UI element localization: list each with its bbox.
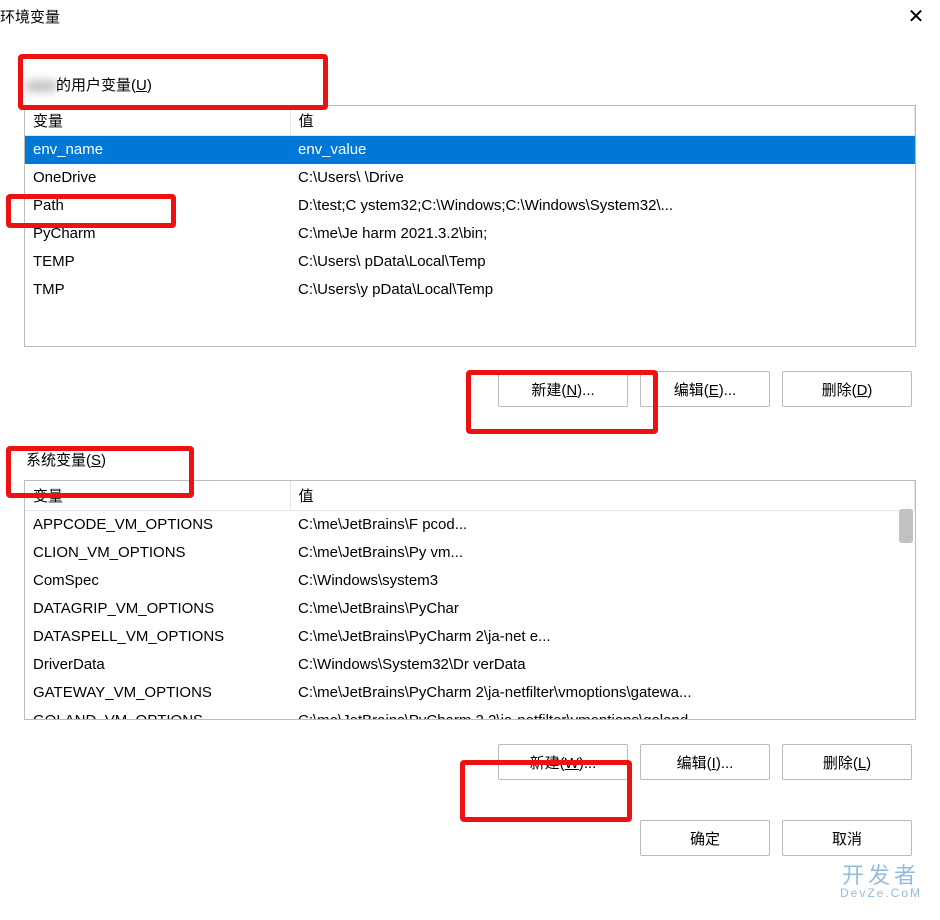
- system-vars-label: 系统变量(S): [24, 443, 916, 480]
- user-vars-label: xxxx的用户变量(U): [24, 68, 916, 105]
- sys-delete-button[interactable]: 删除(L): [782, 744, 912, 780]
- user-edit-button[interactable]: 编辑(E)...: [640, 371, 770, 407]
- cell-var: GOLAND_VM_OPTIONS: [25, 707, 290, 721]
- close-icon[interactable]: ✕: [900, 4, 932, 29]
- cell-var: ComSpec: [25, 567, 290, 595]
- col-header-val[interactable]: 值: [290, 106, 915, 136]
- cancel-button[interactable]: 取消: [782, 820, 912, 856]
- cell-val: C:\me\JetBrains\PyChar: [290, 595, 915, 623]
- sys-new-button[interactable]: 新建(W)...: [498, 744, 628, 780]
- cell-var: TMP: [25, 276, 290, 304]
- cell-val: C:\Users\ pData\Local\Temp: [290, 248, 915, 276]
- cell-var: APPCODE_VM_OPTIONS: [25, 511, 290, 539]
- col-header-val[interactable]: 值: [290, 481, 915, 511]
- cell-val: C:\Windows\system3: [290, 567, 915, 595]
- cell-val: env_value: [290, 136, 915, 164]
- scrollbar-thumb[interactable]: [899, 509, 913, 543]
- cell-val: C:\me\JetBrains\PyCharm 2\ja-netfilter\v…: [290, 679, 915, 707]
- cell-var: Path: [25, 192, 290, 220]
- redacted-username: xxxx: [26, 77, 56, 94]
- cell-var: DATASPELL_VM_OPTIONS: [25, 623, 290, 651]
- cell-val: C:\me\Je harm 2021.3.2\bin;: [290, 220, 915, 248]
- user-vars-table[interactable]: 变量 值 env_nameenv_valueOneDriveC:\Users\ …: [24, 105, 916, 347]
- cell-val: C:\Users\ \Drive: [290, 164, 915, 192]
- ok-button[interactable]: 确定: [640, 820, 770, 856]
- system-vars-table[interactable]: 变量 值 APPCODE_VM_OPTIONSC:\me\JetBrains\F…: [24, 480, 916, 720]
- cell-var: TEMP: [25, 248, 290, 276]
- window-title: 环境变量: [0, 6, 60, 27]
- table-row[interactable]: OneDriveC:\Users\ \Drive: [25, 164, 915, 192]
- table-row[interactable]: APPCODE_VM_OPTIONSC:\me\JetBrains\F pcod…: [25, 511, 915, 539]
- cell-val: C:\me\JetBrains\Py vm...: [290, 539, 915, 567]
- user-delete-button[interactable]: 删除(D): [782, 371, 912, 407]
- cell-val: C:\me\JetBrains\F pcod...: [290, 511, 915, 539]
- table-row[interactable]: DATASPELL_VM_OPTIONSC:\me\JetBrains\PyCh…: [25, 623, 915, 651]
- cell-var: PyCharm: [25, 220, 290, 248]
- table-row[interactable]: PathD:\test;C ystem32;C:\Windows;C:\Wind…: [25, 192, 915, 220]
- user-new-button[interactable]: 新建(N)...: [498, 371, 628, 407]
- table-row[interactable]: DATAGRIP_VM_OPTIONSC:\me\JetBrains\PyCha…: [25, 595, 915, 623]
- table-row[interactable]: CLION_VM_OPTIONSC:\me\JetBrains\Py vm...: [25, 539, 915, 567]
- table-row[interactable]: DriverDataC:\Windows\System32\Dr verData: [25, 651, 915, 679]
- col-header-var[interactable]: 变量: [25, 106, 290, 136]
- table-row[interactable]: TMPC:\Users\y pData\Local\Temp: [25, 276, 915, 304]
- cell-var: DATAGRIP_VM_OPTIONS: [25, 595, 290, 623]
- cell-val: C:\Users\y pData\Local\Temp: [290, 276, 915, 304]
- cell-var: GATEWAY_VM_OPTIONS: [25, 679, 290, 707]
- cell-var: DriverData: [25, 651, 290, 679]
- table-row[interactable]: TEMPC:\Users\ pData\Local\Temp: [25, 248, 915, 276]
- cell-val: C:\me\JetBrains\PyCharm 2\ja-net e...: [290, 623, 915, 651]
- table-row[interactable]: GOLAND_VM_OPTIONSC:\me\JetBrains\PyCharm…: [25, 707, 915, 721]
- table-row[interactable]: ComSpecC:\Windows\system3: [25, 567, 915, 595]
- cell-var: CLION_VM_OPTIONS: [25, 539, 290, 567]
- sys-edit-button[interactable]: 编辑(I)...: [640, 744, 770, 780]
- cell-val: C:\Windows\System32\Dr verData: [290, 651, 915, 679]
- cell-var: env_name: [25, 136, 290, 164]
- titlebar: 环境变量 ✕: [0, 0, 940, 32]
- cell-val: D:\test;C ystem32;C:\Windows;C:\Windows\…: [290, 192, 915, 220]
- cell-val: C:\me\JetBrains\PyCharm 2 2\ja-netfilter…: [290, 707, 915, 721]
- table-row[interactable]: PyCharmC:\me\Je harm 2021.3.2\bin;: [25, 220, 915, 248]
- table-row[interactable]: env_nameenv_value: [25, 136, 915, 164]
- cell-var: OneDrive: [25, 164, 290, 192]
- col-header-var[interactable]: 变量: [25, 481, 290, 511]
- table-row[interactable]: GATEWAY_VM_OPTIONSC:\me\JetBrains\PyChar…: [25, 679, 915, 707]
